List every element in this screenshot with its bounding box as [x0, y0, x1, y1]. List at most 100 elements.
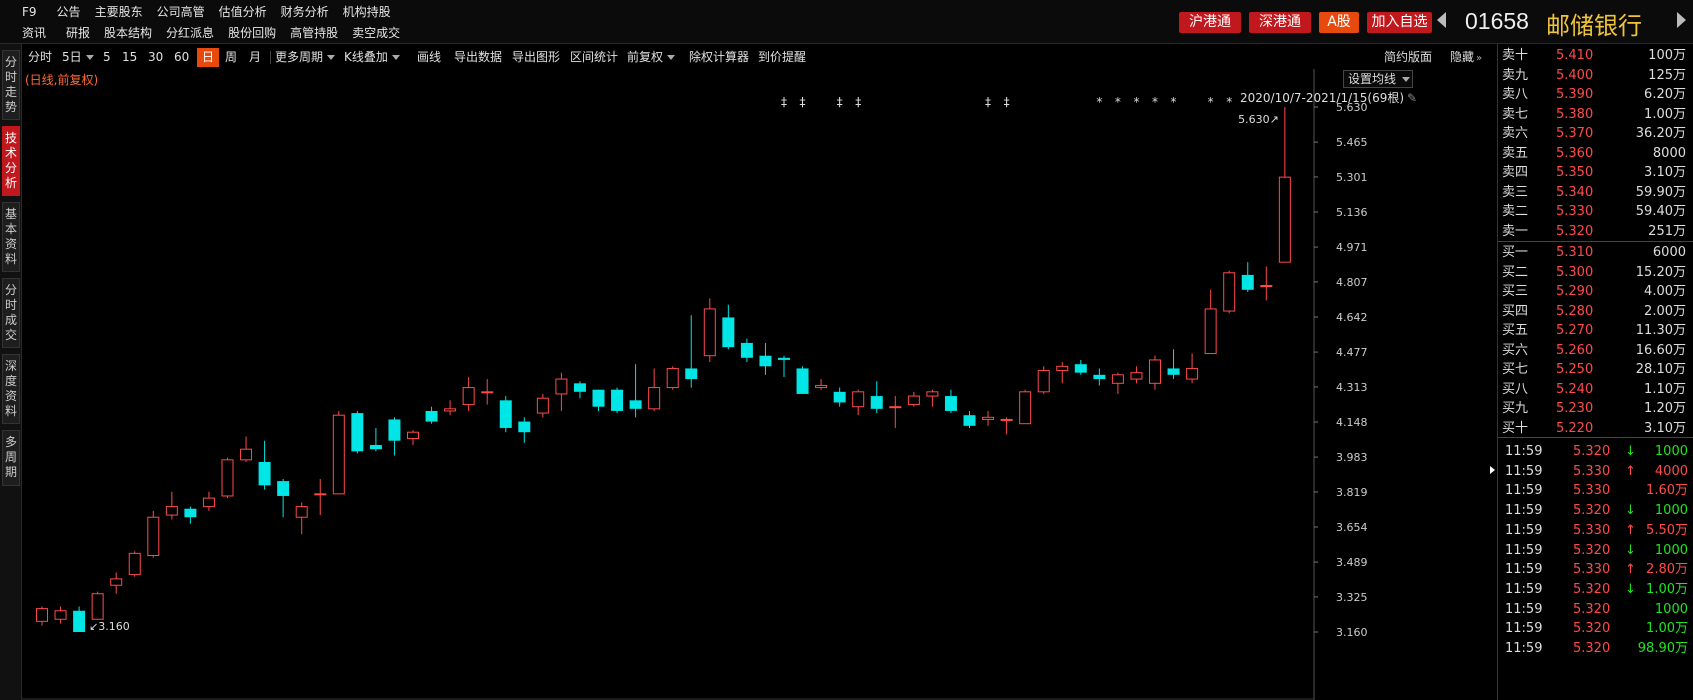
next-stock-icon[interactable]: [1677, 12, 1686, 28]
tab-multi-period[interactable]: 多 周 期: [2, 430, 20, 486]
bid-row[interactable]: 买八 5.240 1.10万: [1498, 379, 1693, 400]
a-share-button[interactable]: A股: [1319, 12, 1359, 33]
tb-forward-adjust[interactable]: 前复权: [627, 48, 676, 67]
bid-row[interactable]: 买五 5.270 11.30万: [1498, 320, 1693, 341]
bid-volume: 28.10万: [1635, 362, 1686, 377]
top-nav-item-4[interactable]: 估值分析: [219, 4, 267, 20]
tb-export-chart[interactable]: 导出图形: [512, 48, 560, 67]
y-tick-label: 4.313: [1336, 381, 1368, 394]
simple-layout-button[interactable]: 简约版面: [1384, 47, 1432, 68]
top-nav-item-2[interactable]: 主要股东: [95, 4, 143, 20]
top-nav-item-0[interactable]: F9: [22, 4, 37, 20]
ask-row[interactable]: 卖十 5.410 100万: [1498, 45, 1693, 66]
top-nav-row2: 资讯 研报 股本结构 分红派息 股份回购 高管持股 卖空成交: [22, 25, 414, 43]
prev-stock-icon[interactable]: [1437, 12, 1446, 28]
ask-row[interactable]: 卖四 5.350 3.10万: [1498, 162, 1693, 183]
ask-row[interactable]: 卖二 5.330 59.40万: [1498, 201, 1693, 222]
tb-monthly[interactable]: 月: [249, 48, 261, 67]
tb-kline-overlay[interactable]: K线叠加: [344, 48, 400, 67]
bid-price: 5.230: [1556, 401, 1594, 416]
ask-row[interactable]: 卖六 5.370 36.20万: [1498, 123, 1693, 144]
ask-row[interactable]: 卖三 5.340 59.90万: [1498, 182, 1693, 203]
top-nav-row1: F9 公告 主要股东 公司高管 估值分析 财务分析 机构持股: [22, 4, 405, 22]
top-nav-item-r2-3[interactable]: 分红派息: [166, 25, 214, 41]
arrow-down-icon: ↓: [1625, 444, 1636, 459]
candle-body: [1093, 374, 1106, 380]
ma-settings-dropdown[interactable]: 设置均线: [1343, 70, 1413, 88]
candle-body: [666, 367, 679, 389]
bid-row[interactable]: 买十 5.220 3.10万: [1498, 418, 1693, 439]
event-marker-icon: ‡: [781, 95, 787, 109]
top-nav-item-r2-2[interactable]: 股本结构: [104, 25, 152, 41]
tab-intraday-trades[interactable]: 分 时 成 交: [2, 278, 20, 348]
top-nav-item-r2-4[interactable]: 股份回购: [228, 25, 276, 41]
tb-weekly[interactable]: 周: [225, 48, 237, 67]
chart-mode-label: (日线,前复权): [25, 73, 99, 87]
top-nav-item-r2-1[interactable]: 研报: [66, 25, 90, 41]
tb-more-periods[interactable]: 更多周期: [275, 48, 336, 67]
hk-connect-sz-button[interactable]: 深港通: [1249, 12, 1311, 33]
bid-row[interactable]: 买三 5.290 4.00万: [1498, 281, 1693, 302]
candle-body: [407, 431, 419, 440]
y-tick-label: 4.971: [1336, 241, 1368, 254]
ask-price: 5.380: [1556, 106, 1594, 122]
candle-body: [314, 493, 327, 496]
top-nav-item-6[interactable]: 机构持股: [343, 4, 391, 20]
bid-row[interactable]: 买二 5.300 15.20万: [1498, 262, 1693, 283]
candle-body: [54, 610, 67, 620]
bid-row[interactable]: 买七 5.250 28.10万: [1498, 359, 1693, 380]
candle-body: [536, 397, 549, 414]
bid-level-label: 买十: [1502, 420, 1529, 436]
kline-chart[interactable]: 5.6305.4655.3015.1364.9714.8074.6424.477…: [22, 69, 1487, 700]
tab-intraday[interactable]: 分 时 走 势: [2, 50, 20, 120]
chevron-down-icon: [1402, 77, 1411, 82]
tb-60min[interactable]: 60: [174, 48, 189, 67]
kline-chart-area[interactable]: 5.630 5.465 5.301 5.136 4.971 4.807 4.642 4.477…: [22, 69, 1487, 700]
ask-row[interactable]: 卖五 5.360 8000: [1498, 143, 1693, 164]
tb-price-alert[interactable]: 到价提醒: [758, 48, 806, 67]
tb-5min[interactable]: 5: [103, 48, 111, 67]
top-nav-item-5[interactable]: 财务分析: [281, 4, 329, 20]
stock-name: 邮储银行: [1546, 12, 1642, 40]
tb-ex-rights-calculator[interactable]: 除权计算器: [689, 48, 749, 67]
tb-5day[interactable]: 5日: [62, 48, 94, 67]
stock-code: 01658: [1465, 8, 1529, 34]
bid-volume: 1.10万: [1644, 381, 1686, 397]
candle-body: [722, 317, 735, 348]
ma-settings-label: 设置均线: [1348, 72, 1397, 86]
bid-row[interactable]: 买六 5.260 16.60万: [1498, 340, 1693, 361]
top-nav-item-1[interactable]: 公告: [57, 4, 81, 20]
tab-deep-info[interactable]: 深 度 资 料: [2, 354, 20, 424]
ask-row[interactable]: 卖八 5.390 6.20万: [1498, 84, 1693, 105]
chevron-down-icon: [85, 55, 94, 60]
ask-row[interactable]: 卖九 5.400 125万: [1498, 65, 1693, 86]
bid-level-label: 买五: [1502, 323, 1529, 338]
top-nav-item-r2-6[interactable]: 卖空成交: [352, 25, 400, 41]
tab-basic-info[interactable]: 基 本 资 料: [2, 202, 20, 272]
top-nav-item-r2-0[interactable]: 资讯: [22, 25, 46, 41]
tb-draw-line[interactable]: 画线: [417, 48, 441, 67]
tb-15min[interactable]: 15: [122, 48, 137, 67]
tb-intraday[interactable]: 分时: [28, 48, 52, 67]
ask-row[interactable]: 卖一 5.320 251万: [1498, 221, 1693, 242]
bid-row[interactable]: 买四 5.280 2.00万: [1498, 301, 1693, 322]
bid-price: 5.260: [1556, 342, 1594, 358]
tab-technical-analysis[interactable]: 技 术 分 析: [2, 126, 20, 196]
ask-row[interactable]: 卖七 5.380 1.00万: [1498, 104, 1693, 125]
add-watchlist-button[interactable]: 加入自选: [1367, 12, 1432, 33]
top-nav-item-3[interactable]: 公司高管: [157, 4, 205, 20]
trade-row: 11:59 5.320 ↓ 1000: [1498, 540, 1693, 561]
bid-row[interactable]: 买一 5.310 6000: [1498, 242, 1693, 263]
tb-range-stats[interactable]: 区间统计: [570, 48, 618, 67]
tb-daily[interactable]: 日: [197, 48, 219, 67]
pin-icon[interactable]: ✎: [1407, 91, 1417, 105]
hide-panel-button[interactable]: 隐藏»: [1450, 47, 1482, 68]
ask-volume: 3.10万: [1644, 165, 1686, 180]
tb-export-data[interactable]: 导出数据: [454, 48, 502, 67]
bid-row[interactable]: 买九 5.230 1.20万: [1498, 398, 1693, 419]
hk-connect-sh-button[interactable]: 沪港通: [1179, 12, 1241, 33]
tb-30min[interactable]: 30: [148, 48, 163, 67]
candle-body: [221, 459, 234, 497]
top-nav-item-r2-5[interactable]: 高管持股: [290, 25, 338, 41]
double-chevron-right-icon: »: [1476, 53, 1483, 64]
